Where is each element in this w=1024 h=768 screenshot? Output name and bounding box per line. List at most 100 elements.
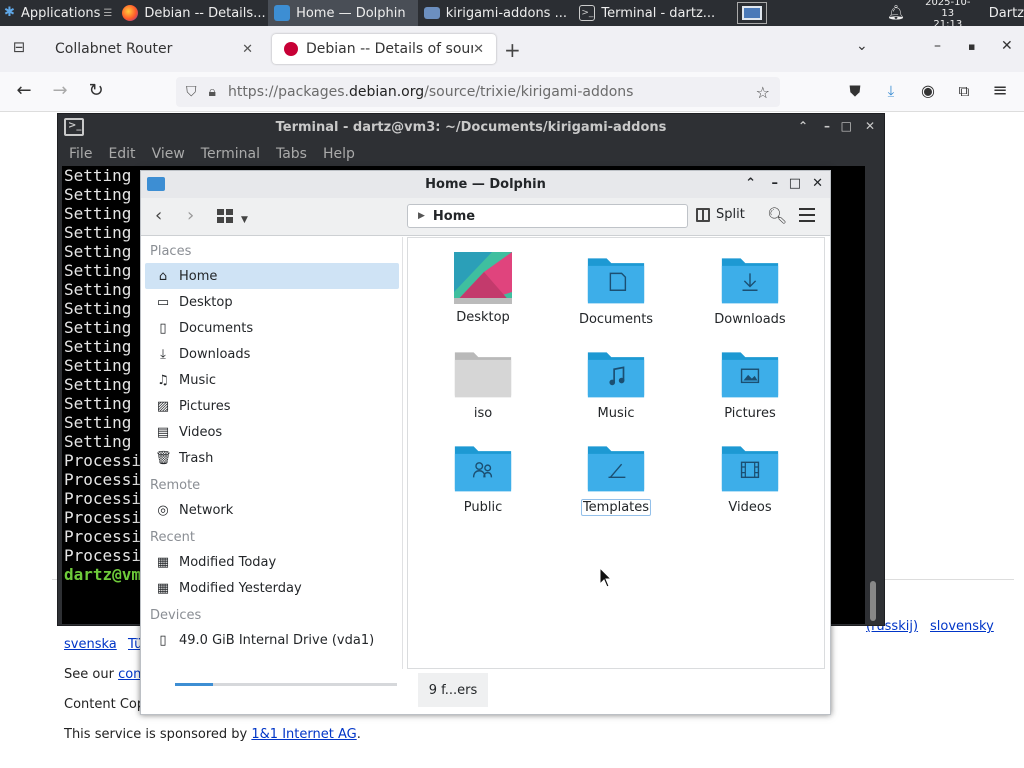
app-menu-icon[interactable]: ≡ xyxy=(988,80,1012,104)
maximize-icon[interactable]: ▪ xyxy=(968,40,975,53)
terminal-scrollbar[interactable] xyxy=(866,166,878,624)
videos-icon: ▤ xyxy=(156,424,170,440)
menu-view[interactable]: View xyxy=(152,146,185,162)
file-item-iso[interactable]: iso xyxy=(428,346,538,421)
file-item-videos[interactable]: Videos xyxy=(695,440,805,515)
file-item-music[interactable]: Music xyxy=(561,346,671,421)
back-icon[interactable]: ‹ xyxy=(155,206,162,226)
lock-icon[interactable]: 🔒︎ xyxy=(209,84,216,100)
user-menu[interactable]: Dartz xyxy=(989,6,1024,21)
file-item-pictures[interactable]: Pictures xyxy=(695,346,805,421)
notification-bell-icon[interactable]: 🔔︎ xyxy=(887,5,905,21)
account-icon[interactable]: ◉ xyxy=(916,80,940,104)
new-tab-icon[interactable]: + xyxy=(504,38,521,62)
places-item-drive[interactable]: ▯ 49.0 GiB Internal Drive (vda1) xyxy=(145,627,399,653)
hamburger-menu-icon[interactable] xyxy=(799,208,815,226)
places-item-modified-today[interactable]: ▦ Modified Today xyxy=(145,549,399,575)
pocket-icon[interactable]: ⛊ xyxy=(843,80,867,104)
taskbar-item-kirigami[interactable]: kirigami-addons ... xyxy=(418,0,574,26)
tab-collabnet[interactable]: Collabnet Router ✕ xyxy=(43,34,265,64)
firefox-view-icon[interactable]: ⊟ xyxy=(8,38,30,60)
places-item-documents[interactable]: ▯ Documents xyxy=(145,315,399,341)
tab-debian[interactable]: Debian -- Details of sour ✕ xyxy=(272,34,496,64)
taskbar-item-dolphin[interactable]: Home — Dolphin xyxy=(268,0,418,26)
menu-file[interactable]: File xyxy=(69,146,92,162)
file-item-desktop[interactable]: Desktop xyxy=(428,252,538,325)
places-item-network[interactable]: ◎ Network xyxy=(145,497,399,523)
menu-help[interactable]: Help xyxy=(323,146,355,162)
places-item-videos[interactable]: ▤ Videos xyxy=(145,419,399,445)
taskbar-item-terminal[interactable]: >_ Terminal - dartz... xyxy=(573,0,723,26)
calendar-icon: ▦ xyxy=(156,580,170,596)
menu-edit[interactable]: Edit xyxy=(108,146,135,162)
shield-icon[interactable]: ⛉ xyxy=(186,84,197,100)
places-item-modified-yesterday[interactable]: ▦ Modified Yesterday xyxy=(145,575,399,601)
scrollbar-thumb[interactable] xyxy=(870,581,876,621)
minimize-icon[interactable]: – xyxy=(824,119,830,133)
places-item-home[interactable]: ⌂ Home xyxy=(145,263,399,289)
applications-menu[interactable]: ✱ Applications ☰ xyxy=(0,0,116,26)
bookmark-star-icon[interactable]: ☆ xyxy=(756,83,770,102)
close-icon[interactable]: ✕ xyxy=(865,119,875,133)
view-mode-dropdown-icon[interactable]: ▼ xyxy=(241,210,248,230)
back-icon[interactable]: ← xyxy=(12,80,36,104)
terminal-menubar: File Edit View Terminal Tabs Help xyxy=(58,141,884,166)
maximize-icon[interactable]: □ xyxy=(789,176,801,191)
url-bar[interactable]: ⛉ 🔒︎ https://packages.debian.org/source/… xyxy=(176,77,780,107)
taskbar-item-debian[interactable]: Debian -- Details... xyxy=(116,0,268,26)
drive-icon: ▯ xyxy=(159,632,167,648)
terminal-titlebar[interactable]: >_ Terminal - dartz@vm3: ~/Documents/kir… xyxy=(58,114,884,141)
recent-header: Recent xyxy=(150,530,195,545)
file-view[interactable]: Desktop Documents Downloads iso Music Picture… xyxy=(407,237,825,669)
close-icon[interactable]: ✕ xyxy=(812,176,823,191)
extensions-icon[interactable]: ⧉ xyxy=(952,80,976,104)
search-icon[interactable]: 🔍︎ xyxy=(767,206,787,225)
places-item-desktop[interactable]: ▭ Desktop xyxy=(145,289,399,315)
applications-label: Applications xyxy=(21,5,101,21)
url-prefix: https://packages. xyxy=(227,84,349,100)
breadcrumb[interactable]: ▶ Home xyxy=(407,204,688,228)
places-item-trash[interactable]: 🗑︎ Trash xyxy=(145,445,399,471)
tab-label: Debian -- Details of sour xyxy=(306,41,474,57)
debian-favicon-icon xyxy=(284,42,298,56)
file-item-templates[interactable]: Templates xyxy=(561,440,671,516)
file-item-downloads[interactable]: Downloads xyxy=(695,252,805,327)
lang-link-svenska[interactable]: svenska xyxy=(64,637,117,652)
minimize-icon[interactable]: – xyxy=(772,176,779,191)
view-mode-icon[interactable] xyxy=(217,209,233,223)
content-copyright-text: Content Cop xyxy=(64,697,146,712)
maximize-icon[interactable]: □ xyxy=(841,119,852,133)
minimize-icon[interactable]: – xyxy=(934,38,941,54)
reload-icon[interactable]: ↻ xyxy=(84,80,108,104)
keep-above-icon[interactable]: ⌃ xyxy=(745,176,756,191)
sponsor-period: . xyxy=(356,727,361,742)
show-desktop-button[interactable] xyxy=(737,2,767,24)
file-item-documents[interactable]: Documents xyxy=(561,252,671,327)
dolphin-titlebar[interactable]: Home — Dolphin ⌃ – □ ✕ xyxy=(141,171,830,198)
dolphin-window[interactable]: Home — Dolphin ⌃ – □ ✕ ‹ › ▼ ▶ Home Spli… xyxy=(140,170,831,715)
places-item-music[interactable]: ♫ Music xyxy=(145,367,399,393)
places-item-label: Trash xyxy=(179,450,214,466)
close-tab-icon[interactable]: ✕ xyxy=(242,42,253,57)
places-item-label: Pictures xyxy=(179,398,231,414)
places-item-downloads[interactable]: ⤓ Downloads xyxy=(145,341,399,367)
close-window-icon[interactable]: ✕ xyxy=(1001,38,1013,54)
remote-header: Remote xyxy=(150,478,201,493)
shade-icon[interactable]: ⌃ xyxy=(798,119,808,133)
split-button[interactable]: Split xyxy=(696,207,745,222)
close-tab-icon[interactable]: ✕ xyxy=(473,42,484,57)
sponsor-link[interactable]: 1&1 Internet AG xyxy=(251,727,356,742)
lang-link-slovensky[interactable]: slovensky xyxy=(930,619,994,634)
menu-terminal[interactable]: Terminal xyxy=(201,146,260,162)
places-item-label: Modified Today xyxy=(179,554,277,570)
forward-icon[interactable]: › xyxy=(187,206,194,226)
list-tabs-icon[interactable]: ⌄ xyxy=(856,38,868,54)
places-item-pictures[interactable]: ▨ Pictures xyxy=(145,393,399,419)
places-item-label: Music xyxy=(179,372,216,388)
url-text[interactable]: https://packages.debian.org/source/trixi… xyxy=(228,84,634,100)
menu-tabs[interactable]: Tabs xyxy=(276,146,307,162)
downloads-icon[interactable]: ⤓ xyxy=(879,80,903,104)
file-item-public[interactable]: Public xyxy=(428,440,538,515)
forward-icon[interactable]: → xyxy=(48,80,72,104)
breadcrumb-home[interactable]: Home xyxy=(433,209,475,224)
